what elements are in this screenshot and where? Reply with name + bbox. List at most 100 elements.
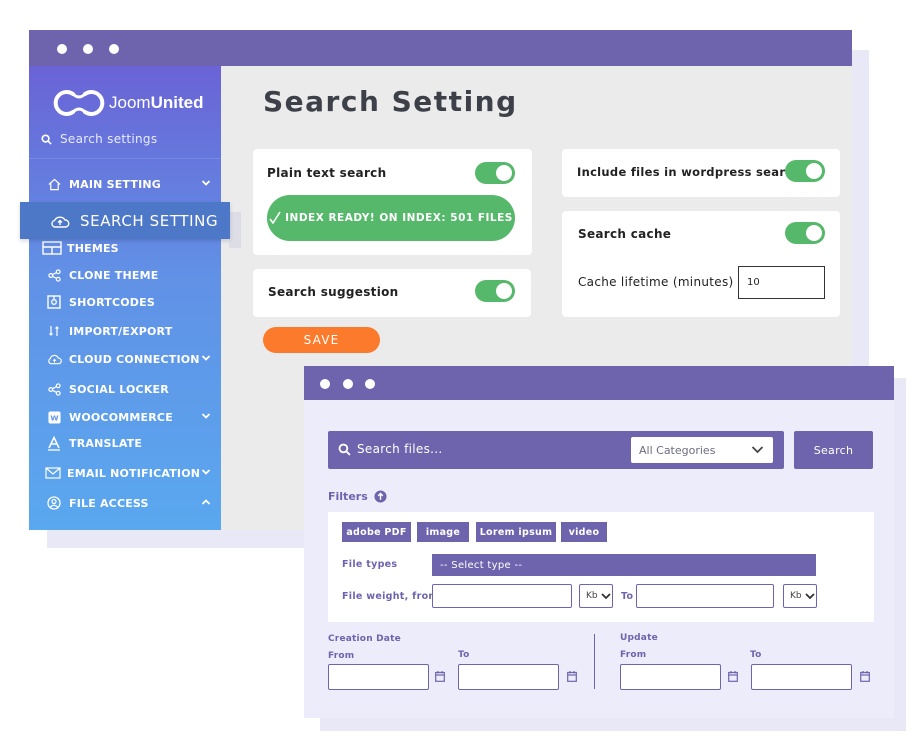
chevron-down-icon [600,593,611,600]
sidebar-item-social-locker[interactable]: SOCIAL LOCKER [29,376,221,402]
window-dot [343,379,353,389]
chevron-down-icon [201,355,211,361]
joomunited-logo-icon [53,90,105,116]
search-cache-toggle[interactable] [785,222,825,244]
plain-text-search-toggle[interactable] [475,162,515,184]
sidebar: JoomUnited Search settings MAIN SETTING … [29,66,221,530]
filters-label: Filters [328,490,368,503]
tag-video[interactable]: video [561,522,607,542]
tag-adobe-pdf[interactable]: adobe PDF [342,522,411,542]
sidebar-item-file-access[interactable]: FILE ACCESS [29,490,221,516]
search-suggestion-label: Search suggestion [268,285,399,299]
sidebar-item-label: SEARCH SETTING [80,211,219,230]
calendar-icon[interactable] [728,671,738,682]
weight-unit-from-select[interactable]: Kb [579,584,613,608]
active-item-shadow [229,212,241,248]
file-search-input[interactable]: Search files... [338,442,443,456]
calendar-icon[interactable] [567,671,577,682]
settings-search[interactable]: Search settings [41,132,157,146]
calendar-icon[interactable] [435,671,445,682]
search-suggestion-toggle[interactable] [475,280,515,302]
woocommerce-icon: W [47,410,61,424]
cache-lifetime-value: 10 [747,277,760,288]
creation-date-label: Creation Date [328,634,401,644]
search-suggestion-card: Search suggestion [253,269,531,317]
calendar-icon[interactable] [860,671,870,682]
window-dot [109,44,119,54]
arrow-up-circle-icon [374,490,387,503]
window-dot [57,44,67,54]
search-titlebar [304,366,894,400]
cloud-upload-icon [51,215,70,228]
file-weight-label: File weight, from [342,591,439,602]
date-divider [594,634,595,689]
sidebar-item-main-setting[interactable]: MAIN SETTING [29,171,221,197]
sidebar-item-label: SOCIAL LOCKER [69,382,169,396]
chevron-down-icon [751,446,764,454]
sidebar-item-label: CLONE THEME [69,268,159,282]
update-date-label: Update [620,633,658,643]
sidebar-item-label: EMAIL NOTIFICATION [67,466,201,480]
sidebar-item-label: IMPORT/EXPORT [69,324,173,338]
sidebar-item-search-setting[interactable]: SEARCH SETTING [20,202,230,239]
update-to-input[interactable] [751,664,852,690]
chevron-down-icon [201,413,211,419]
index-status-badge: INDEX READY! ON INDEX: 501 FILES [267,195,515,241]
sidebar-item-email-notification[interactable]: EMAIL NOTIFICATION [29,460,221,486]
include-files-card: Include files in wordpress search [562,149,840,197]
translate-icon [48,435,60,451]
sidebar-item-label: TRANSLATE [69,436,143,450]
file-types-select[interactable]: -- Select type -- [432,554,816,576]
mail-icon [45,467,61,479]
cloud-icon [47,354,62,364]
filters-toggle[interactable]: Filters [328,490,387,503]
window-dot [320,379,330,389]
window-dot [83,44,93,54]
user-circle-icon [47,496,61,510]
tag-lorem-ipsum[interactable]: Lorem ipsum [476,522,556,542]
sidebar-item-import-export[interactable]: IMPORT/EXPORT [29,318,221,344]
sidebar-item-label: SHORTCODES [69,295,155,309]
search-cache-label: Search cache [578,227,672,241]
file-search-bar: Search files... All Categories [328,431,784,469]
sidebar-item-woocommerce[interactable]: W WOOCOMMERCE [29,404,221,430]
arrows-icon [49,326,59,336]
sidebar-item-shortcodes[interactable]: SHORTCODES [29,289,221,315]
include-files-label: Include files in wordpress search [577,165,801,179]
search-button[interactable]: Search [794,431,873,469]
plain-text-search-label: Plain text search [267,166,387,180]
cache-lifetime-input[interactable]: 10 [738,266,825,299]
file-weight-to-input[interactable] [636,584,774,608]
sidebar-item-label: WOOCOMMERCE [69,410,173,424]
layout-icon [42,241,62,255]
category-select[interactable]: All Categories [631,437,773,463]
update-from-label: From [620,650,647,660]
tag-image[interactable]: image [417,522,469,542]
chevron-down-icon [201,469,211,475]
sidebar-item-cloud-connection[interactable]: CLOUD CONNECTION [29,346,221,372]
save-button[interactable]: SAVE [263,327,380,353]
creation-from-label: From [328,651,355,661]
file-search-placeholder: Search files... [357,442,443,456]
search-icon [338,443,351,456]
update-from-input[interactable] [620,664,721,690]
unit-to-value: Kb [790,591,802,601]
unit-from-value: Kb [586,591,598,601]
settings-search-placeholder: Search settings [60,132,158,146]
creation-to-input[interactable] [458,664,559,690]
plain-text-search-card: Plain text search INDEX READY! ON INDEX:… [253,149,532,255]
sidebar-item-label: CLOUD CONNECTION [69,352,200,366]
file-types-label: File types [342,559,398,570]
page-title: Search Setting [263,85,518,118]
weight-unit-to-select[interactable]: Kb [783,584,817,608]
file-types-placeholder: -- Select type -- [440,559,523,571]
filters-panel: adobe PDF image Lorem ipsum video File t… [328,512,874,622]
include-files-toggle[interactable] [785,160,825,182]
file-weight-from-input[interactable] [432,584,572,608]
sidebar-item-translate[interactable]: TRANSLATE [29,430,221,456]
sidebar-item-clone-theme[interactable]: CLONE THEME [29,262,221,288]
sidebar-divider [29,158,221,159]
update-to-label: To [750,650,762,660]
creation-from-input[interactable] [328,664,429,690]
category-selected: All Categories [639,443,716,457]
